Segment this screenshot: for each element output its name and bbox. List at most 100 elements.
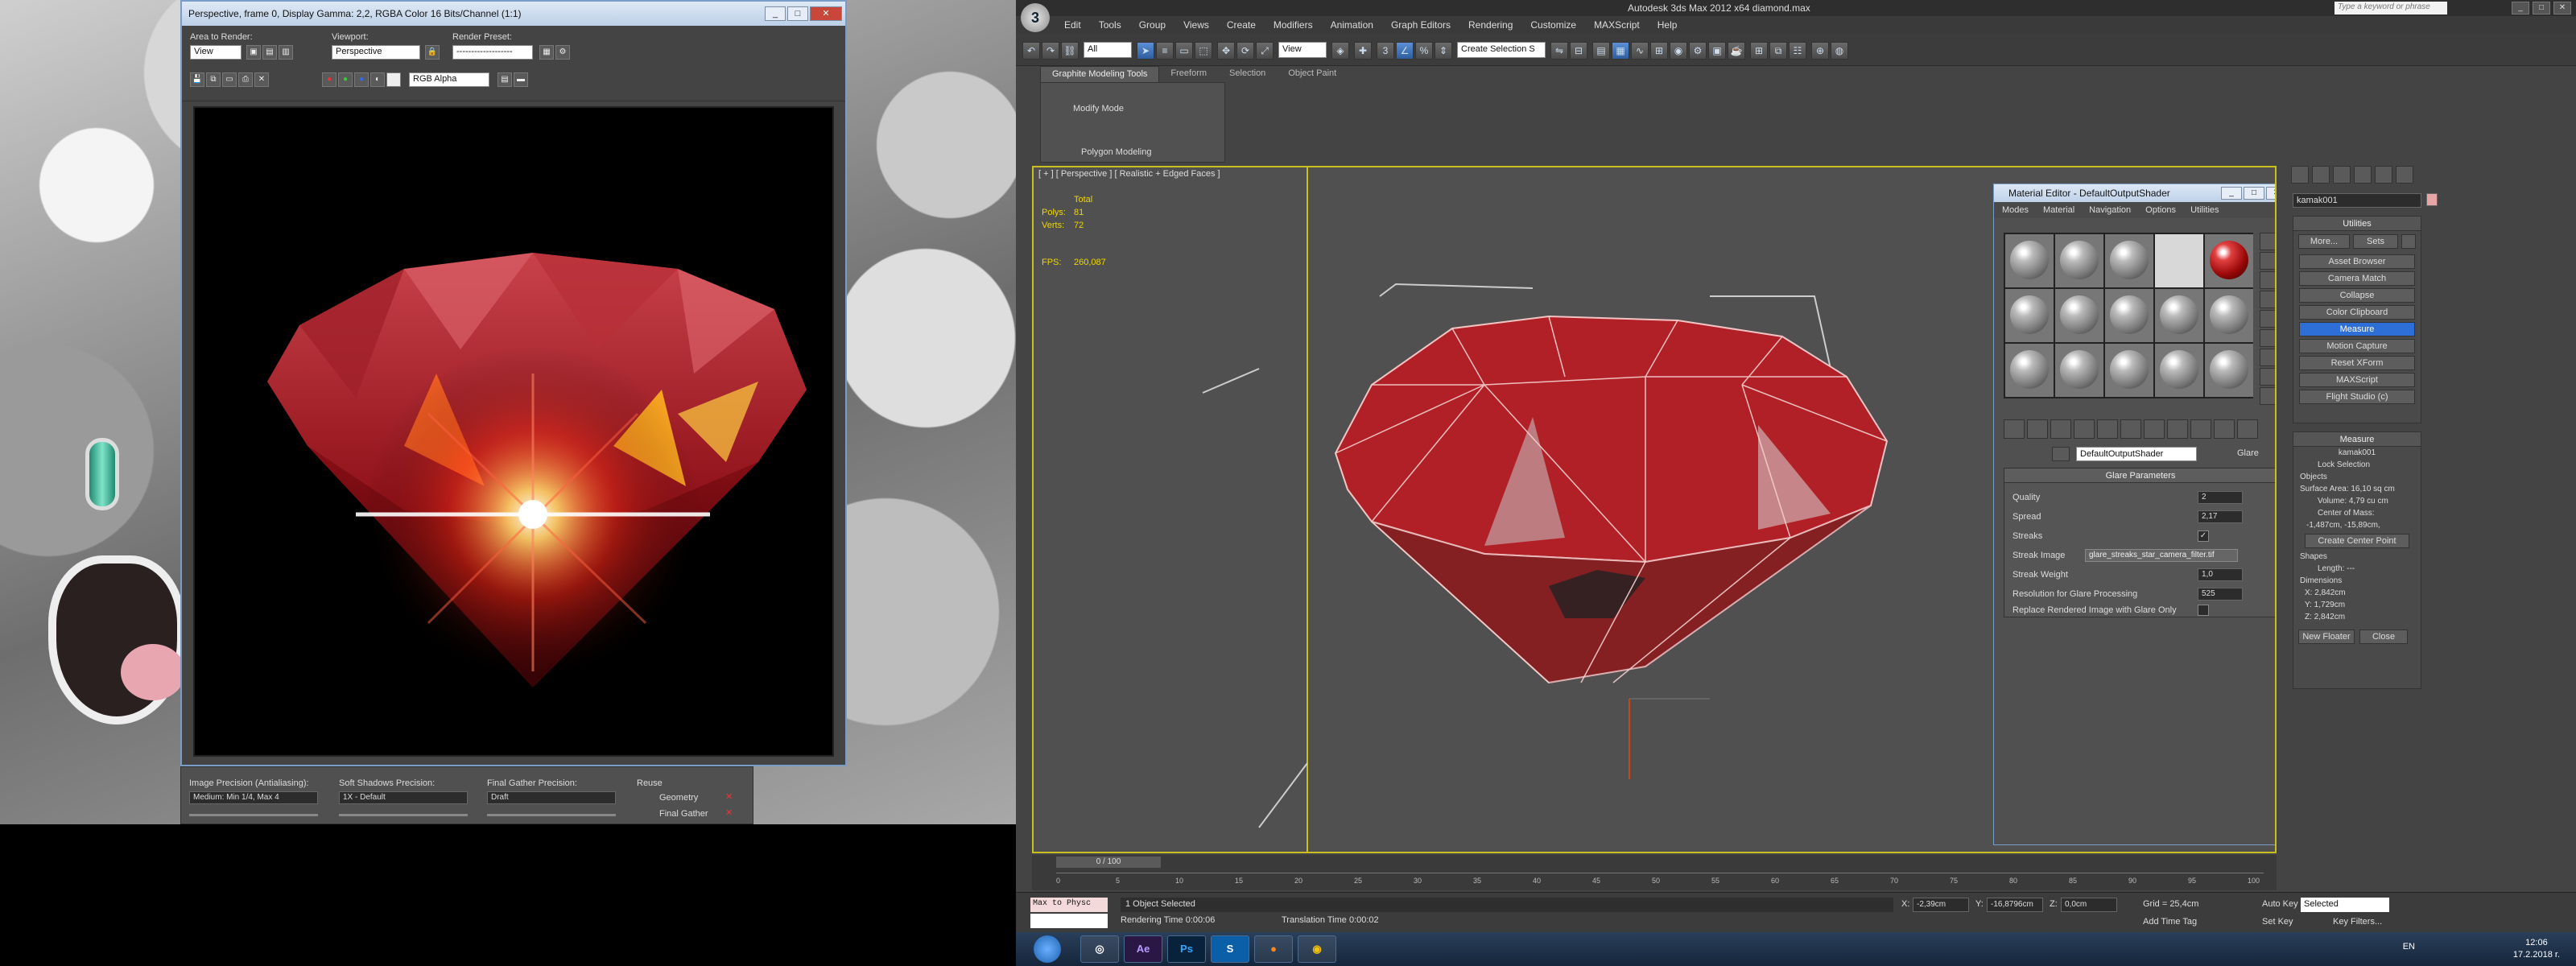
viewport-label[interactable]: [ + ] [ Perspective ] [ Realistic + Edge…	[1038, 169, 1220, 179]
motion-capture-button[interactable]: Motion Capture	[2299, 339, 2415, 353]
menu-help[interactable]: Help	[1657, 19, 1678, 31]
curve-editor-icon[interactable]: ∿	[1631, 42, 1649, 60]
material-map-navigator-icon[interactable]	[2260, 387, 2275, 405]
y-coord-field[interactable]: -16,8796cm	[1987, 898, 2043, 912]
menu-navigation[interactable]: Navigation	[2089, 205, 2131, 215]
key-mode-select[interactable]: Selected	[2301, 898, 2389, 912]
maxscript-button[interactable]: MAXScript	[2299, 373, 2415, 387]
material-slot[interactable]	[2005, 344, 2054, 397]
menu-animation[interactable]: Animation	[1331, 19, 1373, 31]
move-keyboard-icon[interactable]: ✚	[1354, 42, 1372, 60]
minimize-button[interactable]: _	[2221, 187, 2242, 200]
final-gather-slider[interactable]	[487, 814, 616, 816]
redo-icon[interactable]: ↷	[1042, 42, 1059, 60]
reset-xform-button[interactable]: Reset XForm	[2299, 356, 2415, 370]
utilities-title[interactable]: Utilities	[2293, 217, 2421, 231]
maximize-button[interactable]: □	[787, 6, 808, 21]
auto-key-button[interactable]: Auto Key	[2262, 899, 2298, 909]
auto-region-icon[interactable]: ▤	[262, 45, 277, 60]
3ds-max-logo-icon[interactable]: 3	[1021, 3, 1050, 32]
render-preset-select[interactable]: -------------------	[452, 45, 533, 60]
put-to-library-icon[interactable]	[2120, 419, 2141, 439]
pick-material-icon[interactable]	[2052, 447, 2070, 461]
select-by-material-icon[interactable]	[2260, 368, 2275, 386]
reference-coord-select[interactable]: View	[1278, 42, 1327, 58]
menu-maxscript[interactable]: MAXScript	[1594, 19, 1640, 31]
taskbar-chrome-icon[interactable]: ◉	[1298, 935, 1336, 963]
collapse-button[interactable]: Collapse	[2299, 288, 2415, 303]
rotate-icon[interactable]: ⟳	[1236, 42, 1254, 60]
active-shade-icon[interactable]: ◍	[1831, 42, 1848, 60]
menu-create[interactable]: Create	[1227, 19, 1256, 31]
maxscript-listener-input[interactable]	[1030, 914, 1108, 928]
move-icon[interactable]: ✥	[1217, 42, 1235, 60]
geometry-label[interactable]: Geometry	[659, 793, 698, 803]
material-slot[interactable]	[2105, 234, 2153, 287]
background-icon[interactable]	[2260, 271, 2275, 289]
render-production-icon[interactable]: ☕	[1728, 42, 1745, 60]
soft-shadows-field[interactable]: 1X - Default	[339, 791, 468, 804]
frame-window-titlebar[interactable]: Perspective, frame 0, Display Gamma: 2,2…	[182, 2, 845, 26]
modify-tab-icon[interactable]	[2312, 166, 2330, 184]
clone-window-icon[interactable]: ▭	[222, 72, 237, 87]
camera-match-button[interactable]: Camera Match	[2299, 271, 2415, 286]
crop-icon[interactable]: ▥	[279, 45, 293, 60]
blue-channel-icon[interactable]: ●	[354, 72, 369, 87]
minimize-button[interactable]: _	[2512, 2, 2529, 14]
render-setup-icon[interactable]: ⚙	[1689, 42, 1707, 60]
material-slot[interactable]	[2205, 344, 2253, 397]
viewport-layout-icon[interactable]: ⊞	[1750, 42, 1768, 60]
show-end-result-icon[interactable]	[2190, 419, 2211, 439]
motion-tab-icon[interactable]	[2354, 166, 2372, 184]
menu-edit[interactable]: Edit	[1064, 19, 1081, 31]
minimize-button[interactable]: _	[765, 6, 786, 21]
schematic-view-icon[interactable]: ⊞	[1650, 42, 1668, 60]
create-tab-icon[interactable]	[2291, 166, 2309, 184]
hierarchy-icon[interactable]: ⧉	[1769, 42, 1787, 60]
video-color-check-icon[interactable]	[2260, 310, 2275, 328]
menu-utilities[interactable]: Utilities	[2190, 205, 2219, 215]
material-slot[interactable]	[2205, 289, 2253, 342]
spinner-snap-icon[interactable]: ⇕	[1435, 42, 1452, 60]
resolution-spinner[interactable]: 525	[2198, 588, 2243, 601]
material-slot[interactable]	[2055, 289, 2103, 342]
new-floater-button[interactable]: New Floater	[2298, 630, 2355, 644]
layer-manager-icon[interactable]: ▤	[1592, 42, 1610, 60]
select-by-name-icon[interactable]: ≡	[1156, 42, 1174, 60]
object-color-swatch[interactable]	[2426, 193, 2438, 206]
maxscript-listener-output[interactable]: Max to Physc	[1030, 898, 1108, 912]
create-center-point-button[interactable]: Create Center Point	[2305, 534, 2409, 548]
display-tab-icon[interactable]	[2375, 166, 2392, 184]
material-editor-titlebar[interactable]: Material Editor - DefaultOutputShader _ …	[1994, 184, 2275, 202]
material-type-button[interactable]: Glare	[2237, 448, 2259, 458]
snap-toggle-icon[interactable]: 3	[1377, 42, 1394, 60]
add-time-tag-button[interactable]: Add Time Tag	[2143, 917, 2197, 927]
taskbar-firefox-icon[interactable]: ●	[1254, 935, 1293, 963]
material-id-icon[interactable]	[2144, 419, 2165, 439]
material-slot[interactable]	[2005, 234, 2054, 287]
reset-map-icon[interactable]	[2074, 419, 2095, 439]
go-to-parent-icon[interactable]	[2214, 419, 2235, 439]
material-slot[interactable]	[2105, 289, 2153, 342]
measure-button[interactable]: Measure	[2299, 322, 2415, 336]
sets-button[interactable]: Sets	[2353, 234, 2398, 249]
measure-title[interactable]: Measure	[2293, 432, 2421, 447]
material-slot[interactable]	[2055, 344, 2103, 397]
hierarchy-tab-icon[interactable]	[2333, 166, 2351, 184]
material-editor-icon[interactable]: ◉	[1670, 42, 1687, 60]
menu-graph-editors[interactable]: Graph Editors	[1391, 19, 1451, 31]
material-slot[interactable]	[2105, 344, 2153, 397]
streak-image-button[interactable]: glare_streaks_star_camera_filter.tif	[2085, 549, 2238, 562]
quick-render-icon[interactable]: ⊕	[1811, 42, 1829, 60]
red-channel-icon[interactable]: ●	[322, 72, 336, 87]
render-setup-icon[interactable]: ▦	[539, 45, 554, 60]
alpha-channel-icon[interactable]: ◐	[370, 72, 385, 87]
material-slot-active[interactable]	[2155, 234, 2203, 287]
z-coord-field[interactable]: 0,0cm	[2061, 898, 2117, 912]
assign-to-selection-icon[interactable]	[2050, 419, 2071, 439]
material-name-field[interactable]: DefaultOutputShader	[2076, 447, 2197, 461]
mirror-icon[interactable]: ⇋	[1550, 42, 1568, 60]
material-slot[interactable]	[2005, 289, 2054, 342]
final-gather-precision-field[interactable]: Draft	[487, 791, 616, 804]
go-forward-sibling-icon[interactable]	[2237, 419, 2258, 439]
